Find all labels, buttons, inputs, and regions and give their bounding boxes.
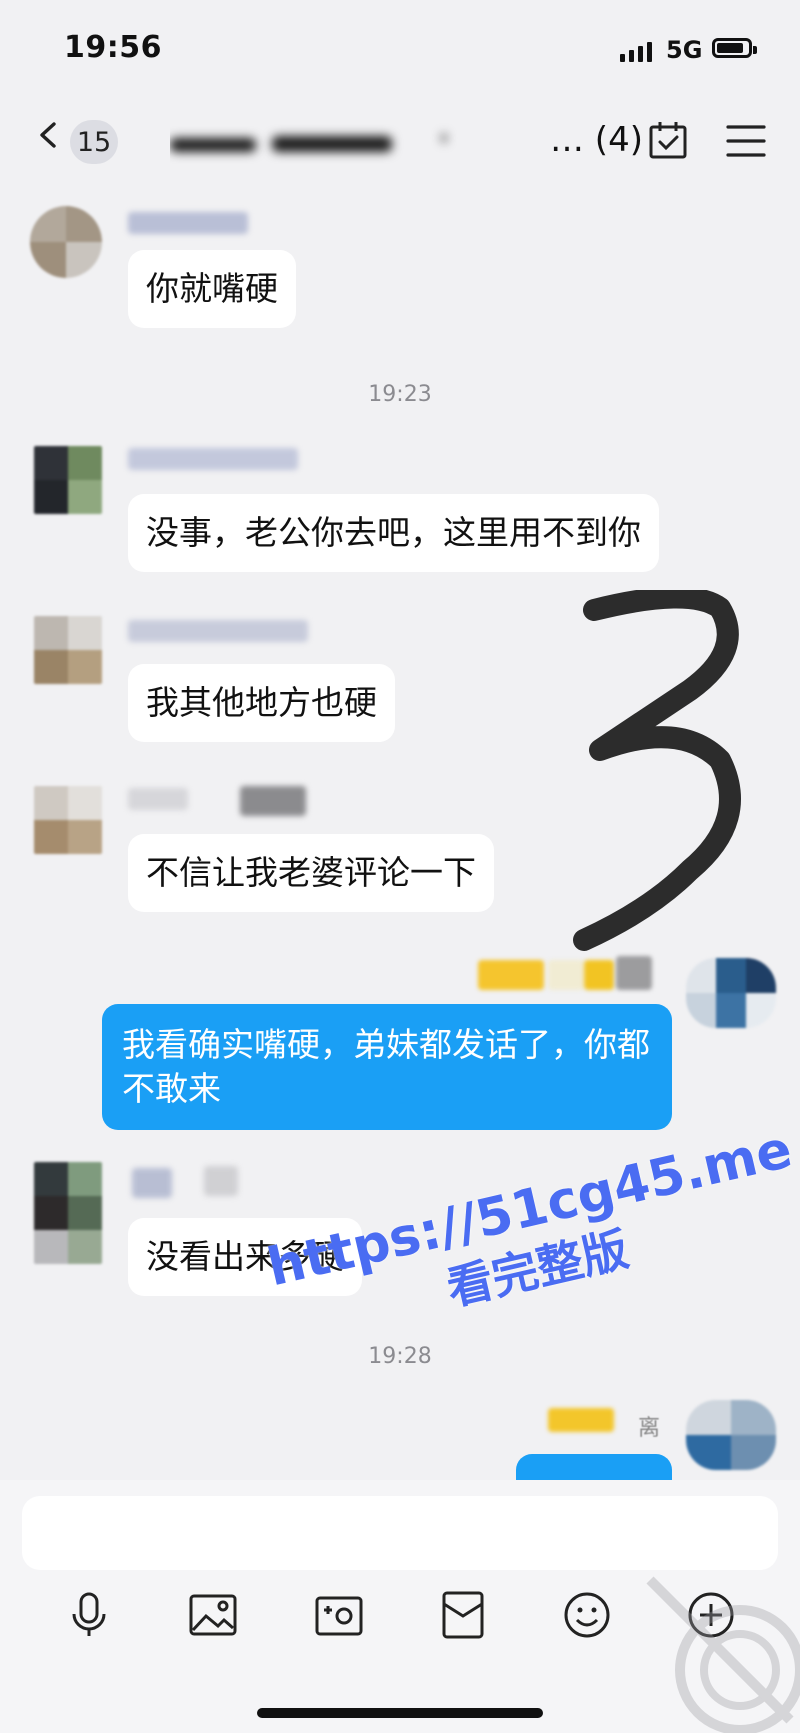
red-packet-icon[interactable]	[438, 1590, 488, 1640]
sender-nickname	[128, 212, 248, 234]
avatar[interactable]	[34, 1162, 102, 1264]
sender-nickname	[478, 960, 544, 990]
sender-nickname	[128, 620, 308, 642]
back-icon[interactable]	[36, 122, 62, 148]
sender-nickname	[548, 1408, 614, 1432]
avatar[interactable]	[34, 786, 102, 854]
image-icon[interactable]	[188, 1590, 238, 1640]
sender-nickname-partial: 离	[638, 1416, 661, 1441]
avatar[interactable]	[34, 616, 102, 684]
sender-nickname	[132, 1168, 172, 1198]
battery-icon	[712, 38, 757, 58]
status-time: 19:56	[64, 30, 162, 65]
avatar[interactable]	[34, 446, 102, 514]
avatar[interactable]	[30, 206, 102, 278]
menu-icon[interactable]	[726, 124, 766, 158]
message-bubble[interactable]: 没事，老公你去吧，这里用不到你	[128, 494, 659, 572]
timestamp: 19:28	[368, 1344, 432, 1369]
group-title	[170, 122, 550, 168]
message-bubble[interactable]: 不信让我老婆评论一下	[128, 834, 494, 912]
sender-nickname	[128, 448, 298, 470]
sender-nickname	[204, 1166, 238, 1196]
message-bubble-self[interactable]: 我看确实嘴硬，弟妹都发话了，你都不敢来	[102, 1004, 672, 1130]
message-input[interactable]	[22, 1496, 778, 1570]
sender-nickname	[616, 956, 652, 990]
handwritten-scribble	[573, 590, 741, 951]
unread-count-badge[interactable]: 15	[70, 120, 118, 164]
timestamp: 19:23	[368, 382, 432, 407]
microphone-icon[interactable]	[64, 1590, 114, 1640]
message-bubble[interactable]: 没看出来多硬	[128, 1218, 362, 1296]
corner-logo-icon	[646, 1576, 800, 1733]
network-label: 5G	[666, 36, 703, 64]
calendar-icon[interactable]	[648, 120, 688, 160]
sender-nickname	[584, 960, 614, 990]
member-count[interactable]: … (4)	[550, 120, 643, 160]
message-bubble[interactable]: 我其他地方也硬	[128, 664, 395, 742]
signal-icon	[620, 42, 652, 62]
message-bubble[interactable]: 你就嘴硬	[128, 250, 296, 328]
home-indicator[interactable]	[257, 1708, 543, 1718]
sender-nickname	[548, 960, 584, 990]
avatar[interactable]	[686, 1400, 776, 1470]
camera-icon[interactable]	[314, 1590, 364, 1640]
avatar[interactable]	[686, 958, 776, 1028]
emoji-icon[interactable]	[562, 1590, 612, 1640]
sender-nickname	[240, 786, 306, 816]
sender-nickname	[128, 788, 188, 810]
